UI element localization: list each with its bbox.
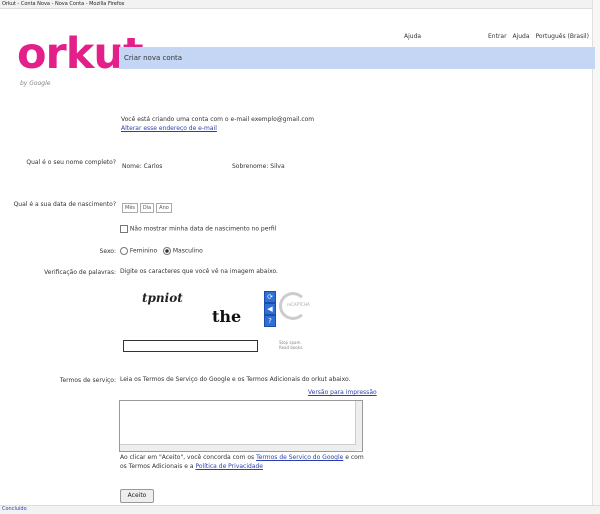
- terms-intro: Leia os Termos de Serviço do Google e os…: [120, 376, 351, 383]
- change-email-link[interactable]: Alterar esse endereço de e-mail: [121, 125, 217, 132]
- terms-horizontal-scrollbar[interactable]: [120, 444, 356, 451]
- captcha-help-button[interactable]: ?: [264, 315, 276, 327]
- last-name-caption: Sobrenome:: [232, 163, 269, 170]
- hide-birthday-checkbox[interactable]: [120, 225, 128, 233]
- last-name-field[interactable]: Silva: [270, 163, 284, 170]
- captcha-word-1: tpniot: [142, 291, 183, 305]
- terms-label: Termos de serviço:: [59, 377, 116, 384]
- gender-male-radio[interactable]: [162, 247, 171, 255]
- terms-textarea[interactable]: [119, 400, 363, 452]
- apply-button[interactable]: Aceito: [120, 489, 154, 503]
- accept-text-1: Ao clicar em "Aceito", você concorda com…: [120, 454, 255, 461]
- terms-vertical-scrollbar[interactable]: [355, 401, 362, 450]
- header-link-language[interactable]: Português (Brasil): [535, 33, 588, 40]
- month-dropdown[interactable]: Mês: [122, 203, 138, 213]
- google-terms-link[interactable]: Termos de Serviço do Google: [256, 454, 343, 461]
- gender-label: Sexo:: [99, 248, 116, 255]
- captcha-refresh-button[interactable]: ⟳: [264, 291, 276, 303]
- vertical-scrollbar[interactable]: [592, 0, 600, 513]
- last-name-label: Sobrenome: Silva: [232, 163, 285, 170]
- recaptcha-tagline: Stop spam. Read books.: [279, 340, 304, 350]
- year-dropdown[interactable]: Ano: [156, 203, 172, 213]
- header-link-help[interactable]: Ajuda: [404, 33, 421, 40]
- header-links-right: Entrar Ajuda Português (Brasil): [488, 33, 593, 40]
- gender-female-label: Feminino: [129, 247, 158, 255]
- hide-birthday-row: Não mostrar minha data de nascimento no …: [120, 225, 276, 233]
- hide-birthday-text: Não mostrar minha data de nascimento no …: [129, 225, 277, 233]
- status-text: Concluído: [2, 506, 27, 512]
- page-banner: [119, 47, 595, 69]
- first-name-field[interactable]: Carlos: [144, 163, 163, 170]
- birthday-dropdowns: Mês Dia Ano: [122, 203, 172, 213]
- header-link-enter[interactable]: Entrar: [488, 33, 507, 40]
- browser-title-text: Orkut - Conta Nova - Nova Conta - Mozill…: [2, 1, 125, 7]
- name-label: Qual é o seu nome completo?: [26, 159, 116, 166]
- captcha-audio-button[interactable]: ◀: [264, 303, 276, 315]
- gender-female-radio[interactable]: [120, 247, 128, 255]
- word-verification-hint: Digite os caracteres que você vê na imag…: [120, 268, 278, 275]
- first-name-label: Nome: Carlos: [122, 163, 162, 170]
- intro-email-text: Você está criando uma conta com o e-mail…: [121, 116, 315, 123]
- word-verification-label: Verificação de palavras:: [44, 269, 116, 276]
- captcha-input[interactable]: [123, 340, 258, 352]
- accept-terms-text: Ao clicar em "Aceito", você concorda com…: [120, 453, 370, 471]
- header-link-help-2[interactable]: Ajuda: [512, 33, 529, 40]
- gender-options: Feminino Masculino: [120, 247, 203, 255]
- by-google-label: by Google: [20, 80, 51, 87]
- captcha-word-2: the: [212, 307, 242, 326]
- first-name-caption: Nome:: [122, 163, 142, 170]
- captcha-image: tpniot the: [120, 289, 256, 337]
- privacy-policy-link[interactable]: Política de Privacidade: [195, 463, 263, 470]
- printable-version-link[interactable]: Versão para impressão: [308, 389, 377, 396]
- recaptcha-brand: reCAPTCHA: [287, 302, 310, 307]
- birthday-label: Qual é a sua data de nascimento?: [13, 201, 116, 208]
- day-dropdown[interactable]: Dia: [139, 203, 155, 213]
- gender-male-label: Masculino: [172, 247, 203, 255]
- page-title: Criar nova conta: [124, 54, 183, 62]
